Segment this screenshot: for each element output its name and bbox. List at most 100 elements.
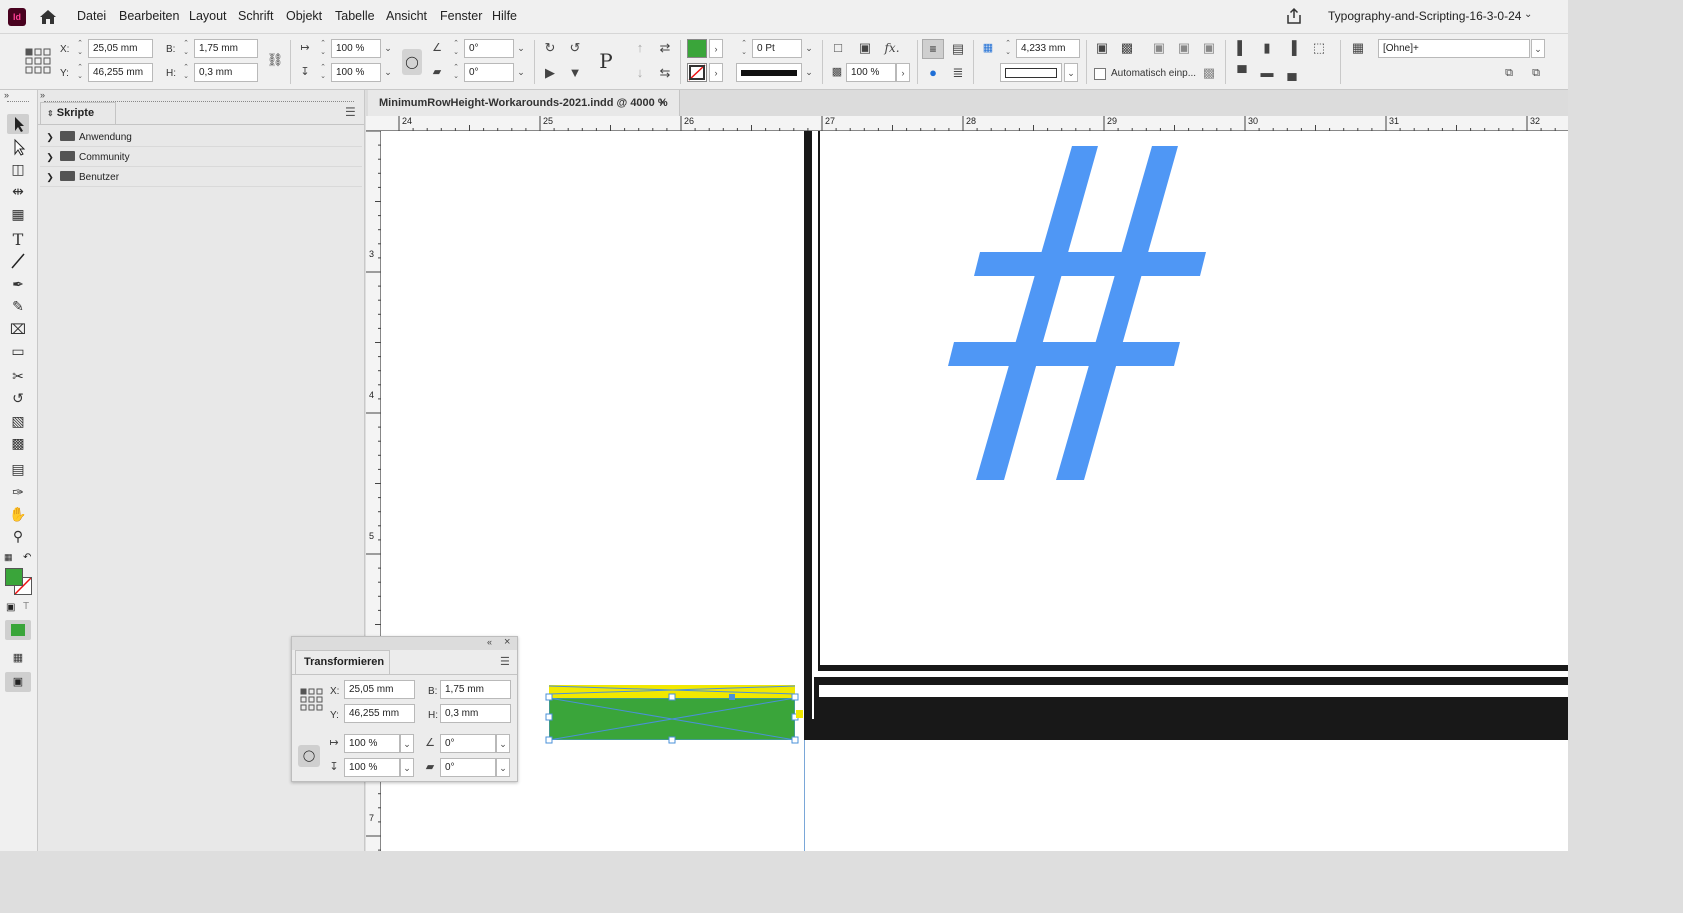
- menu-fenster[interactable]: Fenster: [440, 9, 482, 23]
- scissors-tool-icon[interactable]: ✂: [7, 366, 29, 386]
- scale-x-stepper[interactable]: ⌃ ⌄: [317, 39, 329, 58]
- reference-point-icon[interactable]: [300, 688, 324, 712]
- fit-frame-icon[interactable]: ▩: [1118, 39, 1136, 57]
- formatting-container-icon[interactable]: ▣: [6, 602, 15, 613]
- fit-content-icon[interactable]: ▣: [1093, 39, 1111, 57]
- text-wrap-shape-icon[interactable]: ●: [924, 64, 942, 82]
- rotate-field[interactable]: 0°: [440, 734, 496, 753]
- scale-y-stepper[interactable]: ⌃ ⌄: [317, 63, 329, 82]
- corner-options-icon[interactable]: □: [829, 39, 847, 57]
- link-scale-icon[interactable]: ◯: [298, 745, 320, 767]
- y-field[interactable]: 46,255 mm: [344, 704, 415, 723]
- frame-preset-field[interactable]: [1000, 63, 1062, 82]
- note-tool-icon[interactable]: ▤: [7, 459, 29, 479]
- flip-vertical-icon[interactable]: ▼: [566, 64, 584, 82]
- align-left-icon[interactable]: ▌: [1233, 39, 1251, 57]
- flip-horizontal-icon[interactable]: ▶: [541, 64, 559, 82]
- x-field[interactable]: 25,05 mm: [344, 680, 415, 699]
- align-right-icon[interactable]: ▐: [1283, 39, 1301, 57]
- menu-datei[interactable]: Datei: [77, 9, 106, 23]
- content-fitting-icon[interactable]: ▩: [1200, 64, 1218, 82]
- y-stepper[interactable]: ⌃ ⌄: [74, 63, 86, 82]
- scale-y-dropdown[interactable]: ⌄: [381, 63, 395, 82]
- width-stepper[interactable]: ⌃ ⌄: [180, 39, 192, 58]
- gap-tool-icon[interactable]: ⇹: [7, 181, 29, 201]
- align-bottom-icon[interactable]: ▄: [1283, 64, 1301, 82]
- preview-mode-icon[interactable]: ▣: [5, 672, 31, 692]
- menu-ansicht[interactable]: Ansicht: [386, 9, 427, 23]
- scale-x-dropdown[interactable]: ⌄: [381, 39, 395, 58]
- align-to-selection-icon[interactable]: ⬚: [1310, 39, 1328, 57]
- select-previous-icon[interactable]: ⇄: [656, 39, 674, 57]
- select-container-icon[interactable]: ↑: [631, 39, 649, 57]
- collapse-toolbox-icon[interactable]: »: [4, 90, 9, 100]
- height-field[interactable]: 0,3 mm: [194, 63, 258, 82]
- select-content-icon[interactable]: ↓: [631, 64, 649, 82]
- reference-point-icon[interactable]: [25, 48, 51, 74]
- rotate-field[interactable]: 0°: [464, 39, 514, 58]
- screen-mode-icon[interactable]: ▦: [7, 648, 29, 668]
- swap-colors-icon[interactable]: ↶: [23, 552, 31, 563]
- scale-x-field[interactable]: 100 %: [344, 734, 400, 753]
- pencil-tool-icon[interactable]: ✎: [7, 296, 29, 316]
- stroke-type-field[interactable]: [736, 63, 802, 82]
- x-stepper[interactable]: ⌃ ⌄: [74, 39, 86, 58]
- stroke-weight-dropdown[interactable]: ⌄: [802, 39, 816, 58]
- collapse-icon[interactable]: «: [487, 637, 492, 647]
- type-tool-icon[interactable]: T: [7, 230, 29, 250]
- rectangle-tool-icon[interactable]: ▭: [7, 341, 29, 361]
- drop-shadow-icon[interactable]: ▣: [856, 39, 874, 57]
- close-icon[interactable]: ×: [504, 636, 510, 648]
- text-wrap-none-icon[interactable]: ≡: [922, 39, 944, 59]
- scale-y-field[interactable]: 100 %: [331, 63, 381, 82]
- shear-dropdown[interactable]: ⌄: [496, 758, 510, 777]
- x-field[interactable]: 25,05 mm: [88, 39, 153, 58]
- chevron-right-icon[interactable]: ❯: [40, 127, 60, 147]
- gap-field[interactable]: 4,233 mm: [1016, 39, 1080, 58]
- document-tab[interactable]: MinimumRowHeight-Workarounds-2021.indd @…: [368, 90, 680, 116]
- share-icon[interactable]: [1285, 7, 1303, 25]
- width-field[interactable]: 1,75 mm: [194, 39, 258, 58]
- select-next-icon[interactable]: ⇆: [656, 64, 674, 82]
- clear-overrides-icon[interactable]: ⧉: [1500, 64, 1518, 82]
- object-style-field[interactable]: [Ohne]+: [1378, 39, 1530, 58]
- menu-layout[interactable]: Layout: [189, 9, 227, 23]
- collapse-panel-icon[interactable]: »: [40, 90, 45, 100]
- align-top-icon[interactable]: ▀: [1233, 64, 1251, 82]
- list-item[interactable]: ❯ Benutzer: [40, 167, 362, 187]
- apply-color-icon[interactable]: [5, 620, 31, 640]
- transform-tab[interactable]: Transformieren: [295, 650, 390, 674]
- panel-menu-icon[interactable]: ⧉: [1527, 64, 1545, 82]
- effects-icon[interactable]: fx.: [883, 39, 901, 57]
- rotate-stepper[interactable]: ⌃ ⌄: [450, 39, 462, 58]
- width-field[interactable]: 1,75 mm: [440, 680, 511, 699]
- text-wrap-jump-icon[interactable]: ≣: [949, 64, 967, 82]
- pen-tool-icon[interactable]: ✒: [7, 274, 29, 294]
- align-vcenter-icon[interactable]: ▬: [1258, 64, 1276, 82]
- panel-menu-icon[interactable]: ☰: [500, 655, 510, 668]
- menu-hilfe[interactable]: Hilfe: [492, 9, 517, 23]
- fill-proportional-icon[interactable]: ▣: [1175, 39, 1193, 57]
- fit-proportional-icon[interactable]: ▣: [1150, 39, 1168, 57]
- shear-stepper[interactable]: ⌃ ⌄: [450, 63, 462, 82]
- transform-panel-titlebar[interactable]: [292, 637, 517, 650]
- list-item[interactable]: ❯ Community: [40, 147, 362, 167]
- page-tool-icon[interactable]: ◫: [7, 159, 29, 179]
- rotate-dropdown[interactable]: ⌄: [514, 39, 528, 58]
- workspace-switcher[interactable]: Typography-and-Scripting-16-3-0-24: [1328, 9, 1521, 23]
- shear-field[interactable]: 0°: [440, 758, 496, 777]
- menu-objekt[interactable]: Objekt: [286, 9, 322, 23]
- scale-y-dropdown[interactable]: ⌄: [400, 758, 414, 777]
- center-content-icon[interactable]: ▣: [1200, 39, 1218, 57]
- menu-schrift[interactable]: Schrift: [238, 9, 273, 23]
- fill-color-box[interactable]: [5, 568, 23, 586]
- chevron-right-icon[interactable]: ❯: [40, 167, 60, 187]
- scale-x-field[interactable]: 100 %: [331, 39, 381, 58]
- height-field[interactable]: 0,3 mm: [440, 704, 511, 723]
- gradient-swatch-tool-icon[interactable]: ▧: [7, 411, 29, 431]
- scale-y-field[interactable]: 100 %: [344, 758, 400, 777]
- shear-field[interactable]: 0°: [464, 63, 514, 82]
- rotate-dropdown[interactable]: ⌄: [496, 734, 510, 753]
- object-style-dropdown[interactable]: ⌄: [1531, 39, 1545, 58]
- formatting-text-icon[interactable]: T: [23, 601, 29, 612]
